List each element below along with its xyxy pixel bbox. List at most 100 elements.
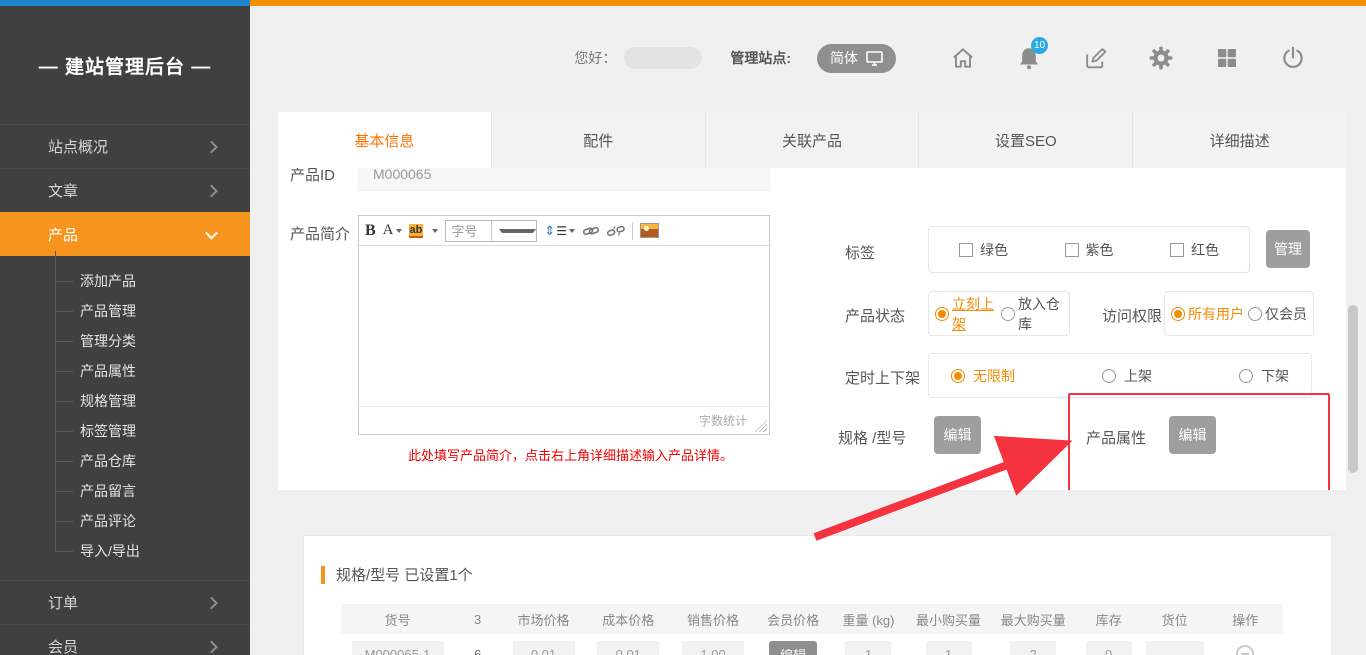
- line-height-button[interactable]: ⇕☰: [544, 223, 575, 239]
- redacted-username: [624, 47, 702, 69]
- edit-icon[interactable]: [1080, 43, 1110, 73]
- schedule-option-unlimited[interactable]: 无限制: [951, 366, 1015, 386]
- checkbox-purple[interactable]: [1065, 243, 1079, 257]
- submenu-add-product[interactable]: 添加产品: [0, 266, 250, 296]
- tags-box: 绿色 紫色 红色: [928, 226, 1250, 273]
- attr-edit-button[interactable]: 编辑: [1169, 416, 1216, 454]
- checkbox-red[interactable]: [1170, 243, 1184, 257]
- cost-price-input[interactable]: 0.01: [597, 641, 659, 655]
- schedule-option-onshelf[interactable]: 上架: [1102, 366, 1152, 386]
- tag-label: 红色: [1191, 240, 1219, 260]
- select-dropdown-icon: [491, 221, 537, 241]
- submenu-category-manage[interactable]: 管理分类: [0, 326, 250, 356]
- location-input[interactable]: [1146, 641, 1204, 655]
- remove-row-icon[interactable]: [1236, 645, 1254, 655]
- tag-option-purple[interactable]: 紫色: [1065, 240, 1114, 260]
- tab-detail-desc[interactable]: 详细描述: [1133, 112, 1346, 168]
- radio-label[interactable]: 所有用户: [1188, 304, 1244, 324]
- submenu-import-export[interactable]: 导入/导出: [0, 536, 250, 566]
- checkbox-green[interactable]: [959, 243, 973, 257]
- chevron-down-icon: [205, 226, 218, 239]
- highlight-caret[interactable]: [432, 229, 438, 233]
- submenu-product-warehouse[interactable]: 产品仓库: [0, 446, 250, 476]
- language-label: 简体: [830, 48, 858, 68]
- radio-on-shelf[interactable]: [935, 307, 949, 321]
- tab-related-products[interactable]: 关联产品: [706, 112, 920, 168]
- power-logout-icon[interactable]: [1278, 43, 1308, 73]
- editor-body[interactable]: [359, 246, 769, 406]
- scrollbar-thumb[interactable]: [1348, 305, 1358, 473]
- manage-tags-button[interactable]: 管理: [1266, 230, 1310, 268]
- unlink-icon[interactable]: [607, 223, 625, 239]
- submenu-label: 产品留言: [80, 481, 136, 501]
- sale-price-input[interactable]: 1.00: [682, 641, 744, 655]
- product-id-input[interactable]: M000065: [358, 168, 770, 191]
- sidebar-item-orders[interactable]: 订单: [0, 580, 250, 624]
- radio-label[interactable]: 放入仓库: [1018, 294, 1063, 334]
- spec-edit-button[interactable]: 编辑: [934, 416, 981, 454]
- sidebar-item-label: 会员: [48, 636, 78, 655]
- tag-option-green[interactable]: 绿色: [959, 240, 1008, 260]
- home-icon[interactable]: [948, 43, 978, 73]
- col-max-qty: 最大购买量: [991, 610, 1076, 629]
- radio-members-only[interactable]: [1248, 307, 1262, 321]
- settings-gear-icon[interactable]: [1146, 43, 1176, 73]
- tag-option-red[interactable]: 红色: [1170, 240, 1219, 260]
- tag-label: 绿色: [980, 240, 1008, 260]
- font-size-placeholder: 字号: [446, 221, 491, 240]
- highlight-button[interactable]: ab: [409, 224, 424, 238]
- resize-grip[interactable]: [755, 420, 767, 432]
- bold-button[interactable]: B: [365, 222, 376, 240]
- link-icon[interactable]: [582, 223, 600, 239]
- sidebar-item-members[interactable]: 会员: [0, 624, 250, 655]
- market-price-input[interactable]: 0.01: [513, 641, 575, 655]
- apps-grid-icon[interactable]: [1212, 43, 1242, 73]
- sidebar-item-products[interactable]: 产品: [0, 212, 250, 256]
- weight-input[interactable]: 1: [845, 641, 891, 655]
- manage-site-label: 管理站点:: [730, 48, 791, 68]
- submenu-spec-manage[interactable]: 规格管理: [0, 386, 250, 416]
- col-location: 货位: [1142, 610, 1208, 629]
- submenu-product-attrs[interactable]: 产品属性: [0, 356, 250, 386]
- sidebar: — 建站管理后台 — 站点概况 文章 产品 添加产品 产品管理 管理分类 产品属…: [0, 6, 250, 655]
- radio-schedule-on[interactable]: [1102, 369, 1116, 383]
- submenu-product-reviews[interactable]: 产品评论: [0, 506, 250, 536]
- product-edit-panel: 产品ID M000065 产品简介 B A ab 字号 ⇕☰: [278, 112, 1346, 490]
- radio-to-warehouse[interactable]: [1001, 307, 1015, 321]
- tab-seo[interactable]: 设置SEO: [919, 112, 1133, 168]
- submenu-label: 规格管理: [80, 391, 136, 411]
- radio-label: 无限制: [973, 366, 1015, 386]
- radio-all-users[interactable]: [1171, 307, 1185, 321]
- submenu-product-messages[interactable]: 产品留言: [0, 476, 250, 506]
- radio-label[interactable]: 立刻上架: [952, 294, 997, 334]
- radio-unlimited[interactable]: [951, 369, 965, 383]
- member-price-edit-button[interactable]: 编辑: [769, 641, 817, 655]
- editor-toolbar: B A ab 字号 ⇕☰: [359, 216, 769, 246]
- radio-schedule-off[interactable]: [1239, 369, 1253, 383]
- notifications-bell-icon[interactable]: 10: [1014, 43, 1044, 73]
- col-stock: 库存: [1076, 610, 1142, 629]
- spec-table-header: 货号 3 市场价格 成本价格 销售价格 会员价格 重量 (kg) 最小购买量 最…: [341, 604, 1283, 634]
- sidebar-item-articles[interactable]: 文章: [0, 168, 250, 212]
- editor-footer: 字数统计: [359, 406, 769, 434]
- submenu-tag-manage[interactable]: 标签管理: [0, 416, 250, 446]
- col-actions: 操作: [1208, 610, 1283, 629]
- schedule-option-offshelf[interactable]: 下架: [1239, 366, 1289, 386]
- font-color-button[interactable]: A: [383, 222, 402, 239]
- chevron-right-icon: [205, 596, 218, 609]
- sidebar-item-site-overview[interactable]: 站点概况: [0, 124, 250, 168]
- radio-label[interactable]: 仅会员: [1265, 304, 1307, 324]
- rich-text-editor: B A ab 字号 ⇕☰: [358, 215, 770, 435]
- font-size-select[interactable]: 字号: [445, 220, 537, 242]
- language-pill[interactable]: 简体: [817, 44, 896, 73]
- submenu-product-manage[interactable]: 产品管理: [0, 296, 250, 326]
- tab-accessories[interactable]: 配件: [492, 112, 706, 168]
- sku-input[interactable]: M000065-1: [352, 641, 444, 655]
- tab-basic-info[interactable]: 基本信息: [278, 112, 492, 168]
- min-qty-input[interactable]: 1: [926, 641, 972, 655]
- insert-image-button[interactable]: [640, 223, 659, 238]
- max-qty-input[interactable]: 2: [1010, 641, 1056, 655]
- stock-input[interactable]: 0: [1086, 641, 1132, 655]
- spec-model-label: 规格 /型号: [838, 427, 906, 448]
- product-attr-label: 产品属性: [1086, 427, 1146, 448]
